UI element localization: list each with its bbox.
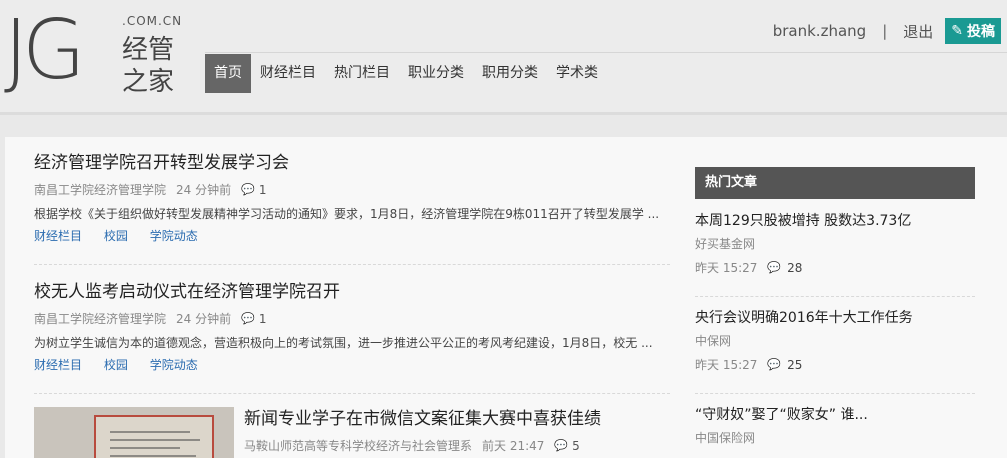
tag-link[interactable]: 学院动态 — [150, 358, 198, 372]
article-title[interactable]: 校无人监考启动仪式在经济管理学院召开 — [34, 280, 670, 304]
hot-articles-sidebar: 热门文章 本周129只股被增持 股数达3.73亿 好买基金网 昨天 15:27 … — [695, 167, 975, 445]
logo-domain: .COM.CN — [122, 14, 183, 28]
logo-text-line2: 之家 — [122, 67, 175, 97]
article-item: 新闻专业学子在市微信文案征集大赛中喜获佳绩 马鞍山师范高等专科学校经济与社会管理… — [34, 407, 670, 458]
user-bar: brank.zhang | 退出 ✎ 投稿 — [773, 18, 1001, 44]
article-time: 24 分钟前 — [176, 183, 232, 197]
article-text: 新闻专业学子在市微信文案征集大赛中喜获佳绩 马鞍山师范高等专科学校经济与社会管理… — [244, 407, 670, 455]
article-title[interactable]: 经济管理学院召开转型发展学习会 — [34, 151, 670, 175]
doc-line — [110, 431, 190, 433]
doc-line — [110, 455, 196, 457]
article-meta: 南昌工学院经济管理学院 24 分钟前 💬 1 — [34, 310, 670, 328]
article-source[interactable]: 马鞍山师范高等专科学校经济与社会管理系 — [244, 437, 472, 455]
comment-icon: 💬 — [241, 312, 255, 325]
tag-link[interactable]: 校园 — [104, 358, 128, 372]
site-logo[interactable]: JG .COM.CN 经管 之家 — [4, 10, 194, 100]
nav-item-job-use[interactable]: 职用分类 — [473, 54, 547, 93]
submit-article-button[interactable]: ✎ 投稿 — [945, 18, 1001, 44]
tag-link[interactable]: 学院动态 — [150, 229, 198, 243]
article-tags: 财经栏目 校园 学院动态 — [34, 356, 670, 374]
article-thumbnail[interactable] — [34, 407, 234, 458]
comment-icon: 💬 — [767, 261, 782, 274]
username-link[interactable]: brank.zhang — [773, 22, 866, 40]
article-meta: 马鞍山师范高等专科学校经济与社会管理系 前天 21:47 💬 5 — [244, 437, 670, 455]
submit-label: 投稿 — [967, 24, 995, 40]
comment-count[interactable]: 1 — [259, 181, 267, 199]
article-item: 经济管理学院召开转型发展学习会 南昌工学院经济管理学院 24 分钟前 💬 1 根… — [34, 151, 670, 265]
comment-icon: 💬 — [767, 358, 782, 371]
nav-item-career[interactable]: 职业分类 — [399, 54, 473, 93]
nav-item-academic[interactable]: 学术类 — [547, 54, 607, 93]
hot-article-meta: 昨天 15:27 💬 25 — [695, 356, 975, 374]
content-area: 经济管理学院召开转型发展学习会 南昌工学院经济管理学院 24 分钟前 💬 1 根… — [5, 137, 1007, 458]
hot-article-title[interactable]: 央行会议明确2016年十大工作任务 — [695, 307, 975, 329]
hot-article-meta: 昨天 15:27 💬 28 — [695, 259, 975, 277]
comment-count[interactable]: 28 — [787, 259, 802, 277]
article-source[interactable]: 南昌工学院经济管理学院 — [34, 181, 166, 199]
hot-article-source: 中国保险网 — [695, 431, 756, 445]
article-summary: 为树立学生诚信为本的道德观念，营造积极向上的考试氛围，进一步推进公平公正的考风考… — [34, 336, 653, 350]
hot-article-time: 昨天 15:27 — [695, 261, 758, 275]
article-source[interactable]: 南昌工学院经济管理学院 — [34, 310, 166, 328]
hot-article-item: “守财奴”娶了“败家女” 谁... 中国保险网 — [695, 404, 975, 458]
hot-article-title[interactable]: “守财奴”娶了“败家女” 谁... — [695, 404, 975, 426]
nav-item-finance[interactable]: 财经栏目 — [251, 54, 325, 93]
nav-item-popular[interactable]: 热门栏目 — [325, 54, 399, 93]
doc-line — [110, 447, 180, 449]
hot-article-item: 央行会议明确2016年十大工作任务 中保网 昨天 15:27 💬 25 — [695, 307, 975, 394]
article-tags: 财经栏目 校园 学院动态 — [34, 227, 670, 245]
certificate-image — [94, 415, 214, 458]
user-separator: | — [882, 22, 888, 40]
article-time: 24 分钟前 — [176, 312, 232, 326]
article-item: 校无人监考启动仪式在经济管理学院召开 南昌工学院经济管理学院 24 分钟前 💬 … — [34, 280, 670, 394]
logout-link[interactable]: 退出 — [903, 21, 933, 42]
hot-article-title[interactable]: 本周129只股被增持 股数达3.73亿 — [695, 210, 975, 232]
hot-article-time: 昨天 15:27 — [695, 358, 758, 372]
hot-article-item: 本周129只股被增持 股数达3.73亿 好买基金网 昨天 15:27 💬 28 — [695, 210, 975, 297]
comment-count[interactable]: 1 — [259, 310, 267, 328]
comment-count[interactable]: 25 — [787, 356, 802, 374]
article-meta: 南昌工学院经济管理学院 24 分钟前 💬 1 — [34, 181, 670, 199]
tag-link[interactable]: 财经栏目 — [34, 229, 82, 243]
article-time: 前天 21:47 — [482, 439, 545, 453]
comment-count[interactable]: 5 — [572, 437, 580, 455]
article-summary: 根据学校《关于组织做好转型发展精神学习活动的通知》要求，1月8日，经济管理学院在… — [34, 207, 660, 221]
logo-text-line1: 经管 — [122, 35, 175, 65]
doc-line — [110, 439, 200, 441]
pen-icon: ✎ — [951, 23, 963, 39]
site-header: JG .COM.CN 经管 之家 brank.zhang | 退出 ✎ 投稿 首… — [0, 0, 1007, 115]
tag-link[interactable]: 校园 — [104, 229, 128, 243]
comment-icon: 💬 — [554, 439, 569, 452]
main-nav: 首页 财经栏目 热门栏目 职业分类 职用分类 学术类 — [205, 54, 607, 93]
hot-article-source: 好买基金网 — [695, 237, 756, 251]
logo-jg: JG — [4, 3, 86, 98]
tag-link[interactable]: 财经栏目 — [34, 358, 82, 372]
comment-icon: 💬 — [241, 183, 255, 196]
hot-article-source: 中保网 — [695, 334, 732, 348]
header-divider — [205, 52, 1007, 53]
article-title[interactable]: 新闻专业学子在市微信文案征集大赛中喜获佳绩 — [244, 407, 670, 431]
sidebar-heading: 热门文章 — [695, 167, 975, 199]
nav-item-home[interactable]: 首页 — [205, 54, 251, 93]
